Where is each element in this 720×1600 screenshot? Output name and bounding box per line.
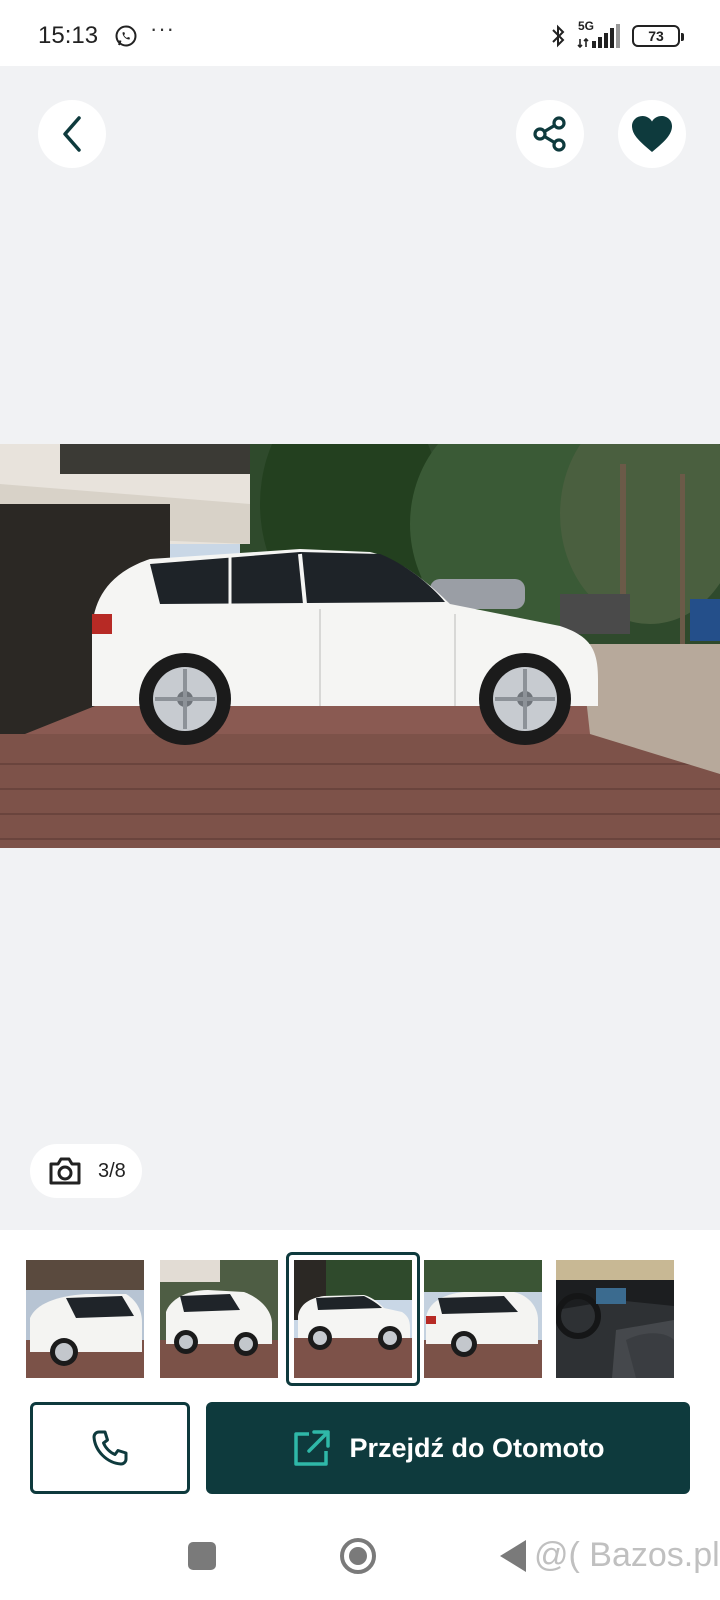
goto-otomoto-label: Przejdź do Otomoto [349, 1432, 605, 1463]
home-button[interactable] [340, 1538, 376, 1574]
thumbnail-5[interactable] [556, 1260, 674, 1378]
system-nav-bar: @( Bazos.pl [0, 1520, 720, 1600]
recent-apps-button[interactable] [188, 1542, 216, 1570]
signal-icon: 5G [576, 19, 622, 49]
app-screen: 15:13 ··· 5G 73 3/8 Przejdź do Otomoto @… [0, 0, 720, 1600]
photo-counter-text: 3/8 [98, 1159, 126, 1182]
thumbnail-1[interactable] [26, 1260, 144, 1378]
photo-counter: 3/8 [30, 1144, 142, 1198]
status-bar: 15:13 ··· 5G 73 [0, 0, 720, 66]
camera-icon [49, 1157, 81, 1185]
whatsapp-icon [115, 25, 137, 47]
goto-otomoto-button[interactable]: Przejdź do Otomoto [206, 1402, 690, 1494]
thumbnail-4[interactable] [424, 1260, 542, 1378]
photo-gallery[interactable]: 3/8 [0, 66, 720, 1230]
battery-icon: 73 [632, 25, 684, 47]
status-time: 15:13 [38, 22, 99, 49]
status-right-icons: 5G 73 [550, 19, 684, 50]
call-button[interactable] [30, 1402, 190, 1494]
thumbnail-strip [0, 1252, 720, 1386]
watermark: @( Bazos.pl [534, 1536, 720, 1574]
thumbnail-2[interactable] [160, 1260, 278, 1378]
share-icon [533, 116, 566, 152]
status-more-dots: ··· [150, 16, 175, 41]
car-photo-image [0, 444, 720, 848]
heart-icon [632, 116, 672, 152]
external-link-icon [293, 1430, 330, 1466]
back-button[interactable] [38, 100, 106, 168]
system-back-button[interactable] [500, 1540, 526, 1572]
favorite-button[interactable] [618, 100, 686, 168]
share-button[interactable] [516, 100, 584, 168]
phone-icon [92, 1430, 128, 1466]
bluetooth-icon [552, 24, 565, 48]
back-arrow-icon [63, 116, 81, 152]
thumbnail-3-active[interactable] [286, 1252, 420, 1386]
main-photo[interactable] [0, 444, 720, 848]
battery-level: 73 [648, 28, 664, 44]
